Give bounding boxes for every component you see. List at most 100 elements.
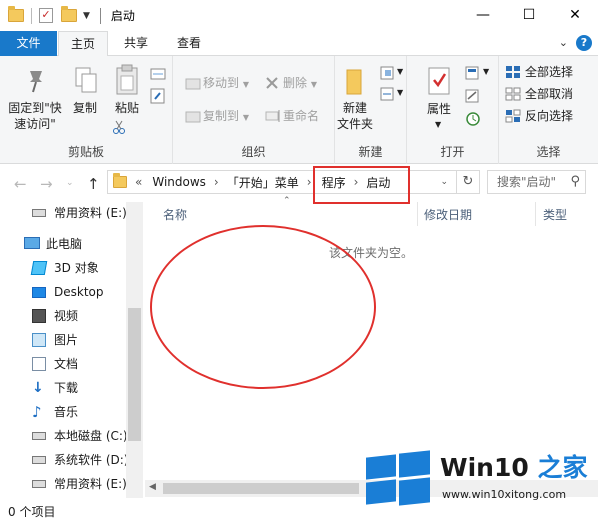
column-header-name[interactable]: 名称: [163, 206, 187, 223]
chevron-down-icon: ▼: [310, 80, 317, 89]
invert-selection-icon: [505, 109, 521, 123]
forward-arrow-icon[interactable]: →: [40, 175, 53, 193]
copy-path-icon[interactable]: [150, 68, 166, 80]
properties-button[interactable]: 属性: [424, 101, 454, 117]
cut-icon[interactable]: [112, 120, 126, 134]
nav-item-drive-e[interactable]: 常用资料 (E:): [32, 473, 127, 495]
nav-item-documents[interactable]: 文档: [32, 353, 78, 375]
pin-to-quick-access-button[interactable]: 固定到"快 速访问": [4, 100, 66, 132]
search-input[interactable]: 搜索"启动" ⚲: [487, 170, 586, 194]
scrollbar-thumb[interactable]: [128, 308, 141, 441]
edit-icon[interactable]: [465, 89, 481, 103]
clipboard-group: 固定到"快 速访问" 复制 粘贴 剪贴板: [0, 56, 173, 164]
tab-share[interactable]: 共享: [112, 31, 160, 56]
properties-check-icon[interactable]: ✓: [39, 8, 53, 23]
nav-item-pictures[interactable]: 图片: [32, 329, 78, 351]
paste-icon: [116, 64, 138, 95]
organize-group: 移动到 ▼ 删除 ▼ 复制到 ▼ 重命名 组织: [173, 56, 335, 164]
overflow-chevron-icon[interactable]: «: [135, 175, 142, 189]
scroll-left-icon[interactable]: ◀: [149, 482, 156, 492]
chevron-down-icon[interactable]: ▼: [435, 117, 441, 133]
drive-icon: [32, 480, 46, 488]
nav-item-drive-d[interactable]: 系统软件 (D:): [32, 449, 128, 471]
column-header-type[interactable]: 类型: [543, 206, 567, 223]
chevron-down-icon[interactable]: ▼: [397, 85, 403, 101]
scrollbar-thumb[interactable]: [163, 483, 359, 494]
delete-button[interactable]: 删除 ▼: [283, 75, 317, 93]
rename-button[interactable]: 重命名: [283, 108, 319, 124]
back-arrow-icon[interactable]: ←: [14, 175, 27, 193]
help-icon[interactable]: ?: [576, 35, 592, 51]
chevron-down-icon[interactable]: ▼: [483, 64, 489, 80]
watermark-brand-prefix: Win10: [440, 453, 538, 482]
up-arrow-icon[interactable]: ↑: [87, 175, 100, 193]
download-icon: ↓: [32, 380, 44, 396]
pictures-icon: [32, 333, 46, 347]
nav-item-label: 文档: [54, 357, 79, 371]
chevron-right-icon[interactable]: ›: [214, 175, 219, 189]
nav-pane-scrollbar[interactable]: [126, 202, 143, 498]
pin-icon: [30, 71, 42, 93]
divider: [417, 202, 418, 226]
chevron-right-icon[interactable]: ›: [307, 175, 312, 189]
win10-watermark-logo: Win10 之家 www.win10xitong.com: [366, 446, 598, 506]
breadcrumb-start-menu[interactable]: 「开始」菜单: [227, 174, 299, 191]
watermark-brand: Win10 之家: [440, 448, 587, 484]
select-none-button[interactable]: 全部取消: [525, 86, 573, 102]
paste-shortcut-icon[interactable]: [150, 88, 166, 104]
new-group: 新建 文件夹 ▼ ▼ 新建: [335, 56, 407, 164]
nav-item-downloads[interactable]: ↓ 下载: [32, 377, 78, 399]
watermark-brand-suffix: 之家: [537, 453, 588, 482]
paste-button[interactable]: 粘贴: [112, 100, 142, 116]
expand-ribbon-chevron-icon[interactable]: ⌄: [559, 36, 568, 49]
copy-to-button[interactable]: 复制到 ▼: [203, 108, 249, 126]
copy-icon: [75, 67, 97, 93]
tab-file[interactable]: 文件: [0, 31, 57, 56]
tab-view[interactable]: 查看: [166, 31, 212, 56]
tab-home[interactable]: 主页: [58, 31, 108, 57]
folder-icon: [113, 173, 127, 188]
copy-to-icon: [185, 111, 201, 123]
watermark-url: www.win10xitong.com: [442, 488, 567, 501]
ribbon: 固定到"快 速访问" 复制 粘贴 剪贴板 移动到 ▼ 删除 ▼ 复制到 ▼ 重命…: [0, 56, 598, 164]
nav-item-3d-objects[interactable]: 3D 对象: [30, 257, 99, 279]
title-bar: ✓ ▼ 启动 — ☐ ✕: [0, 0, 598, 31]
nav-item-drive-c[interactable]: 本地磁盘 (C:): [32, 425, 128, 447]
customize-quick-access-chevron-icon[interactable]: ▼: [83, 11, 90, 21]
move-to-button[interactable]: 移动到 ▼: [203, 75, 249, 93]
divider: [535, 202, 536, 226]
annotation-highlight-box: [313, 166, 410, 204]
maximize-button[interactable]: ☐: [506, 0, 552, 30]
drive-icon: [32, 432, 46, 440]
copy-to-label: 复制到: [203, 109, 240, 123]
column-header-date-modified[interactable]: 修改日期: [424, 206, 472, 223]
nav-item-music[interactable]: ♪ 音乐: [32, 401, 78, 423]
minimize-button[interactable]: —: [460, 0, 506, 30]
easy-access-icon[interactable]: [380, 87, 396, 101]
nav-item-desktop[interactable]: Desktop: [32, 281, 104, 303]
breadcrumb-windows[interactable]: Windows: [152, 175, 206, 189]
select-all-button[interactable]: 全部选择: [525, 64, 573, 80]
history-icon[interactable]: [465, 111, 481, 127]
nav-item-drive-e[interactable]: 常用资料 (E:): [32, 202, 127, 224]
new-folder-button[interactable]: 新建 文件夹: [335, 100, 375, 132]
address-history-chevron-icon[interactable]: ⌄: [440, 177, 448, 187]
annotation-ellipse: [150, 225, 376, 389]
drive-icon: [32, 209, 46, 217]
move-to-label: 移动到: [203, 76, 240, 90]
music-icon: ♪: [32, 403, 42, 421]
copy-button[interactable]: 复制: [70, 100, 100, 116]
invert-selection-button[interactable]: 反向选择: [525, 108, 573, 124]
nav-item-videos[interactable]: 视频: [32, 305, 78, 327]
nav-item-this-pc[interactable]: 此电脑: [24, 233, 82, 255]
chevron-down-icon[interactable]: ▼: [397, 64, 403, 80]
open-icon[interactable]: [465, 66, 481, 80]
new-folder-icon[interactable]: [61, 6, 77, 22]
recent-locations-chevron-icon[interactable]: ⌄: [66, 178, 74, 188]
new-item-icon[interactable]: [380, 66, 396, 80]
nav-item-label: 3D 对象: [54, 261, 99, 275]
select-all-icon: [506, 66, 520, 78]
select-none-icon: [505, 87, 521, 101]
close-button[interactable]: ✕: [552, 0, 598, 30]
refresh-button[interactable]: ↻: [457, 170, 480, 194]
